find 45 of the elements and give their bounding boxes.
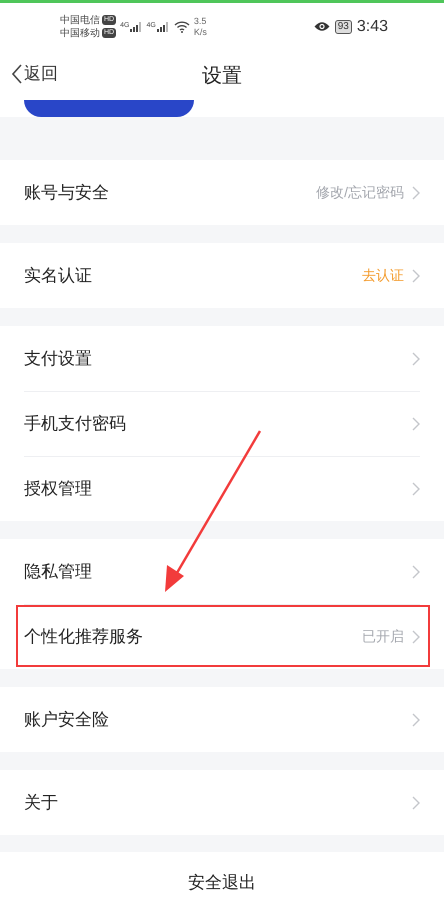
settings-row[interactable]: 个性化推荐服务 已开启 [0,604,444,669]
row-label: 账户安全险 [24,709,110,731]
chevron-right-icon [412,482,420,496]
chevron-right-icon [412,796,420,810]
row-value: 去认证 [362,266,404,284]
row-label: 支付设置 [24,348,93,370]
row-label: 实名认证 [24,265,93,287]
signal-icon [156,22,169,32]
settings-row[interactable]: 账户安全险 [0,687,444,752]
row-label: 关于 [24,792,59,814]
settings-row[interactable]: 隐私管理 [0,539,444,604]
settings-row[interactable]: 关于 [0,770,444,835]
settings-row[interactable]: 手机支付密码 [0,391,444,456]
network-speed: K/s [194,26,207,38]
signal-icon [130,22,142,32]
row-value: 已开启 [362,628,404,646]
eye-icon [314,21,330,32]
page-title: 设置 [202,64,242,88]
back-button[interactable]: 返回 [12,62,58,85]
back-icon [12,64,22,84]
row-label: 个性化推荐服务 [24,626,144,648]
settings-row[interactable]: 授权管理 [0,456,444,521]
chevron-right-icon [412,564,420,578]
chevron-right-icon [412,416,420,430]
logout-button[interactable]: 安全退出 [182,870,262,894]
row-label: 手机支付密码 [24,413,127,435]
verify-button[interactable] [24,100,194,117]
battery-level: 93 [334,20,352,34]
chevron-right-icon [412,268,420,282]
settings-row[interactable]: 实名认证 去认证 [0,243,444,308]
settings-row[interactable]: 支付设置 [0,326,444,391]
row-value: 修改/忘记密码 [316,184,404,202]
settings-row[interactable]: 账号与安全 修改/忘记密码 [0,160,444,225]
carrier-name: 中国电信 [60,14,100,26]
row-label: 账号与安全 [24,182,110,204]
chevron-right-icon [412,186,420,200]
chevron-right-icon [412,352,420,366]
chevron-right-icon [412,712,420,726]
network-speed: 3.5 [194,16,207,26]
clock-time: 3:43 [356,18,388,36]
row-label: 授权管理 [24,478,93,500]
wifi-icon [174,20,190,32]
chevron-right-icon [412,630,420,644]
carrier-name: 中国移动 [60,26,100,40]
row-label: 隐私管理 [24,561,93,583]
